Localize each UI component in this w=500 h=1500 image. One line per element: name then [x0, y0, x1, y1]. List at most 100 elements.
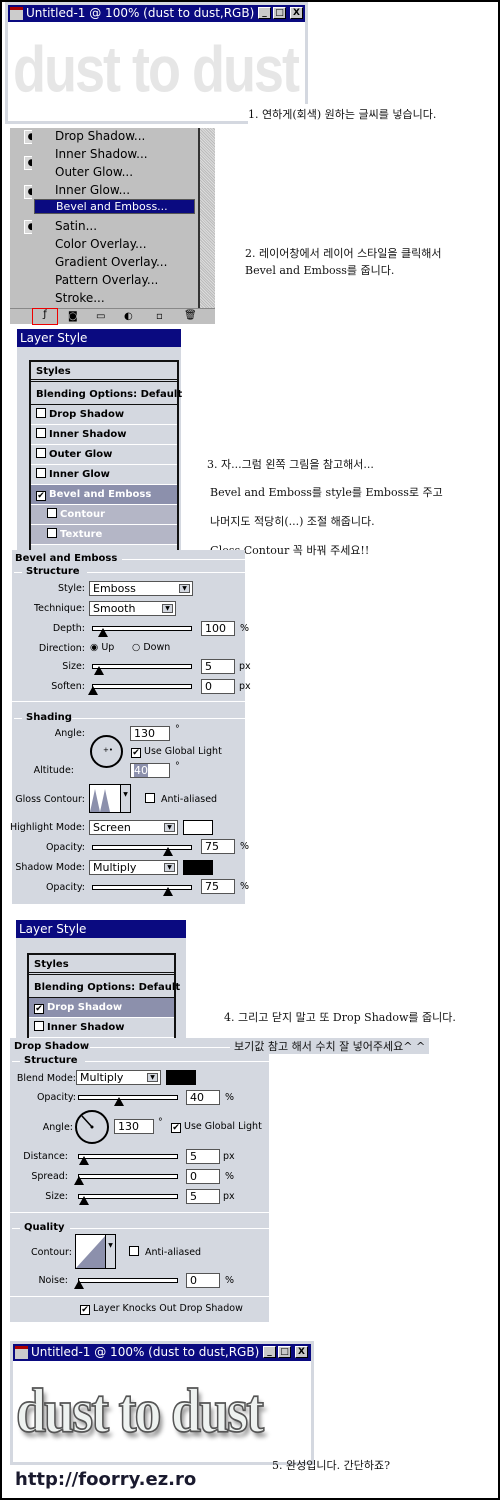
trash-icon[interactable]: 🗑 [184, 310, 197, 321]
angle-input[interactable]: 130 [130, 726, 170, 741]
slider-thumb[interactable] [88, 686, 98, 695]
menu-item-outer-glow[interactable]: Outer Glow... [32, 163, 198, 181]
highlight-mode-select[interactable]: Screen ▼ [89, 820, 178, 835]
depth-slider[interactable] [92, 626, 192, 637]
checkbox[interactable] [47, 528, 57, 538]
menu-item-gradient-overlay[interactable]: Gradient Overlay... [32, 253, 198, 271]
slider-thumb[interactable] [98, 628, 108, 637]
global-light-checkbox[interactable]: ✔ Use Global Light [131, 746, 222, 758]
style-inner-shadow[interactable]: Inner Shadow [31, 425, 177, 445]
scrollbar[interactable] [200, 128, 215, 308]
spread-slider[interactable] [74, 1174, 178, 1185]
checkbox-checked[interactable]: ✔ [36, 491, 46, 501]
soften-slider[interactable] [88, 684, 192, 695]
style-drop-shadow[interactable]: ✔ Drop Shadow [29, 998, 174, 1018]
menu-item-bevel-emboss[interactable]: Bevel and Emboss... [34, 199, 195, 214]
shadow-color-swatch[interactable] [166, 1070, 196, 1085]
soften-input[interactable]: 0 [201, 679, 235, 694]
minimize-button[interactable]: _ [258, 7, 271, 19]
angle-dial[interactable]: +• [90, 735, 123, 768]
direction-up-radio[interactable]: ◉ Up [90, 642, 114, 653]
blend-mode-select[interactable]: Multiply ▼ [76, 1070, 161, 1085]
altitude-input[interactable]: 40 [130, 763, 170, 778]
opacity-slider[interactable] [78, 1095, 178, 1106]
style-outer-glow[interactable]: Outer Glow [31, 445, 177, 465]
new-layer-icon[interactable]: ▫ [156, 311, 163, 322]
checkbox-checked[interactable]: ✔ [131, 748, 141, 758]
slider-thumb[interactable] [74, 1280, 84, 1289]
style-contour[interactable]: Contour [31, 505, 177, 525]
adjustment-layer-icon[interactable]: ◐ [124, 311, 133, 322]
checkbox[interactable] [36, 448, 46, 458]
new-set-icon[interactable]: ▭ [96, 311, 105, 322]
styles-header[interactable]: Styles [29, 955, 174, 975]
shadow-mode-select[interactable]: Multiply ▼ [89, 860, 178, 875]
noise-slider[interactable] [74, 1278, 178, 1289]
noise-input[interactable]: 0 [186, 1273, 220, 1288]
slider-thumb[interactable] [94, 666, 104, 675]
menu-item-inner-glow[interactable]: Inner Glow... [32, 181, 198, 199]
style-select[interactable]: Emboss ▼ [89, 581, 193, 596]
mask-icon[interactable]: ◙ [68, 311, 78, 322]
highlight-opacity-input[interactable]: 75 [201, 839, 235, 854]
menu-item-drop-shadow[interactable]: Drop Shadow... [32, 127, 198, 145]
close-button[interactable]: X [290, 7, 303, 19]
anti-aliased-checkbox[interactable]: Anti-aliased [145, 793, 217, 805]
highlight-color-swatch[interactable] [183, 820, 213, 835]
menu-item-stroke[interactable]: Stroke... [32, 289, 198, 307]
menu-item-pattern-overlay[interactable]: Pattern Overlay... [32, 271, 198, 289]
checkbox[interactable] [36, 468, 46, 478]
style-inner-glow[interactable]: Inner Glow [31, 465, 177, 485]
knockout-checkbox[interactable]: ✔ Layer Knocks Out Drop Shadow [80, 1303, 243, 1315]
checkbox[interactable] [129, 1246, 139, 1256]
shadow-opacity-input[interactable]: 75 [201, 879, 235, 894]
maximize-button[interactable]: □ [273, 7, 286, 19]
site-url-link[interactable]: http://foorry.ez.ro [15, 1469, 196, 1490]
checkbox[interactable] [47, 508, 57, 518]
size-slider[interactable] [78, 1194, 178, 1205]
minimize-button[interactable]: _ [263, 1346, 276, 1358]
slider-thumb[interactable] [74, 1176, 84, 1185]
menu-item-color-overlay[interactable]: Color Overlay... [32, 235, 198, 253]
shadow-color-swatch[interactable] [183, 860, 213, 875]
menu-item-satin[interactable]: Satin... [32, 217, 198, 235]
checkbox-checked[interactable]: ✔ [34, 1004, 44, 1014]
checkbox[interactable] [34, 1021, 44, 1031]
checkbox-checked[interactable]: ✔ [80, 1305, 90, 1315]
slider-thumb[interactable] [79, 1156, 89, 1165]
distance-slider[interactable] [78, 1154, 178, 1165]
direction-down-radio[interactable]: ○ Down [132, 642, 170, 653]
checkbox[interactable] [36, 428, 46, 438]
slider-thumb[interactable] [163, 887, 173, 896]
blending-options[interactable]: Blending Options: Default [29, 978, 180, 998]
styles-header[interactable]: Styles [31, 362, 177, 382]
angle-dial[interactable] [75, 1110, 109, 1144]
slider-thumb[interactable] [79, 1196, 89, 1205]
style-bevel-emboss[interactable]: ✔ Bevel and Emboss [31, 485, 177, 505]
global-light-checkbox[interactable]: ✔ Use Global Light [171, 1121, 262, 1133]
anti-aliased-checkbox[interactable]: Anti-aliased [129, 1246, 201, 1258]
maximize-button[interactable]: □ [278, 1346, 291, 1358]
blending-options[interactable]: Blending Options: Default [31, 385, 182, 405]
shadow-opacity-slider[interactable] [92, 885, 192, 896]
technique-select[interactable]: Smooth ▼ [89, 601, 176, 616]
size-input[interactable]: 5 [201, 659, 235, 674]
size-input[interactable]: 5 [186, 1189, 220, 1204]
layer-style-button[interactable]: ƒ [32, 308, 58, 325]
style-drop-shadow[interactable]: Drop Shadow [31, 405, 177, 425]
slider-thumb[interactable] [114, 1097, 124, 1106]
depth-input[interactable]: 100 [201, 621, 235, 636]
highlight-opacity-slider[interactable] [92, 845, 192, 856]
size-slider[interactable] [92, 664, 192, 675]
close-button[interactable]: X [295, 1346, 308, 1358]
gloss-contour-picker[interactable]: ▼ [89, 784, 131, 813]
style-texture[interactable]: Texture [31, 525, 177, 545]
angle-input[interactable]: 130 [114, 1119, 154, 1134]
opacity-input[interactable]: 40 [186, 1090, 220, 1105]
distance-input[interactable]: 5 [186, 1149, 220, 1164]
spread-input[interactable]: 0 [186, 1169, 220, 1184]
checkbox[interactable] [36, 408, 46, 418]
contour-picker[interactable]: ▼ [75, 1234, 116, 1269]
menu-item-inner-shadow[interactable]: Inner Shadow... [32, 145, 198, 163]
checkbox[interactable] [145, 793, 155, 803]
